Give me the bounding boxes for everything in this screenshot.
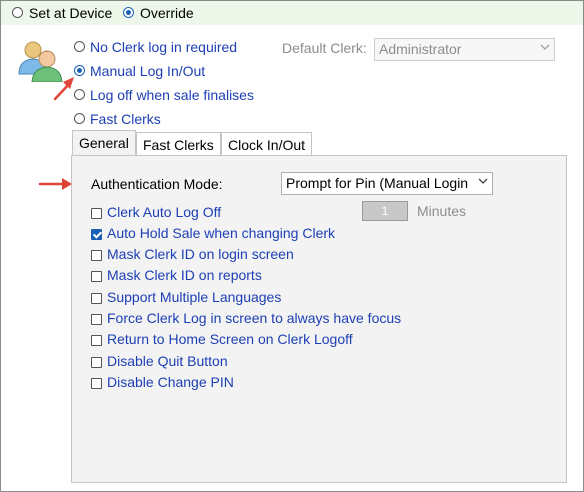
mask-clerk-id-login-label: Mask Clerk ID on login screen (107, 246, 294, 262)
logoff-sale-finalises-label: Log off when sale finalises (90, 87, 254, 103)
set-at-device-radio[interactable] (12, 7, 23, 18)
disable-quit-button-checkbox[interactable] (91, 357, 102, 368)
override-label: Override (140, 5, 194, 21)
auto-hold-sale-label: Auto Hold Sale when changing Clerk (107, 225, 336, 241)
support-multiple-languages-checkbox[interactable] (91, 293, 102, 304)
auto-hold-sale-checkbox[interactable] (91, 229, 102, 240)
no-clerk-login-label: No Clerk log in required (90, 39, 238, 55)
override-radio[interactable] (123, 7, 134, 18)
authentication-mode-label: Authentication Mode: (91, 176, 223, 192)
tab-clock-in-out[interactable]: Clock In/Out (221, 132, 313, 156)
tab-general-label: General (79, 135, 129, 151)
no-clerk-login-radio[interactable] (74, 41, 85, 52)
support-multiple-languages-label: Support Multiple Languages (107, 289, 282, 305)
tab-clock-in-out-label: Clock In/Out (228, 137, 306, 153)
default-clerk-label: Default Clerk: (282, 40, 367, 56)
auto-logoff-minutes-input[interactable]: 1 (362, 201, 408, 221)
return-home-on-logoff-label: Return to Home Screen on Clerk Logoff (107, 331, 353, 347)
chevron-down-icon (478, 178, 488, 184)
default-clerk-select[interactable]: Administrator (374, 38, 555, 61)
mask-clerk-id-login-checkbox[interactable] (91, 250, 102, 261)
auto-logoff-minutes-value: 1 (381, 204, 389, 218)
fast-clerks-radio[interactable] (74, 113, 85, 124)
fast-clerks-label: Fast Clerks (90, 111, 161, 127)
disable-change-pin-checkbox[interactable] (91, 378, 102, 389)
tab-general[interactable]: General (72, 130, 136, 157)
authentication-mode-value: Prompt for Pin (Manual Login (286, 175, 469, 191)
tab-fast-clerks-label: Fast Clerks (143, 137, 214, 153)
mask-clerk-id-reports-checkbox[interactable] (91, 271, 102, 282)
disable-change-pin-label: Disable Change PIN (107, 374, 234, 390)
set-at-device-label: Set at Device (29, 5, 113, 21)
chevron-down-icon (540, 44, 550, 50)
authentication-mode-select[interactable]: Prompt for Pin (Manual Login (281, 172, 493, 195)
return-home-on-logoff-checkbox[interactable] (91, 335, 102, 346)
force-clerk-login-focus-checkbox[interactable] (91, 314, 102, 325)
tab-fast-clerks[interactable]: Fast Clerks (136, 132, 221, 156)
clerk-auto-logoff-checkbox[interactable] (91, 208, 102, 219)
force-clerk-login-focus-label: Force Clerk Log in screen to always have… (107, 310, 402, 326)
red-annotation-arrow-icon (38, 178, 72, 190)
red-annotation-arrow-icon (53, 77, 74, 101)
manual-login-label: Manual Log In/Out (90, 63, 206, 79)
minutes-label: Minutes (417, 203, 467, 219)
mask-clerk-id-reports-label: Mask Clerk ID on reports (107, 267, 262, 283)
default-clerk-value: Administrator (379, 41, 462, 57)
clerk-auto-logoff-label: Clerk Auto Log Off (107, 204, 222, 220)
disable-quit-button-label: Disable Quit Button (107, 353, 228, 369)
